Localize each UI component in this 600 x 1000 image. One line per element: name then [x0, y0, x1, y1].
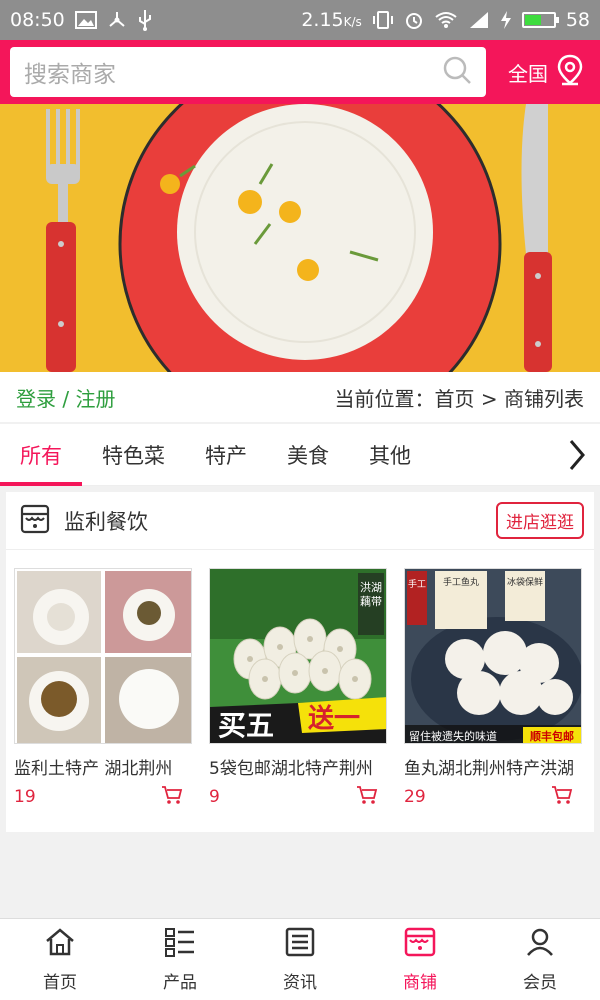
list-icon [164, 927, 196, 962]
tab-food[interactable]: 美食 [267, 424, 349, 486]
product-badge: 顺丰包邮 [530, 729, 574, 743]
home-icon [44, 927, 76, 962]
promo-text: 买五 [218, 709, 274, 742]
wifi-icon [434, 11, 458, 29]
product-card[interactable]: 监利土特产 湖北荆州 19 [14, 568, 195, 809]
network-speed: 2.15 [301, 9, 344, 31]
nav-products-label: 产品 [163, 972, 197, 993]
search-input[interactable]: 搜索商家 [24, 55, 442, 89]
cart-icon[interactable] [356, 785, 378, 809]
usb-icon [137, 9, 153, 31]
nav-home-label: 首页 [43, 972, 77, 993]
signal-icon [468, 11, 490, 29]
alarm-icon [404, 10, 424, 30]
breadcrumb: 当前位置：首页 > 商铺列表 [334, 386, 584, 411]
vibrate-icon [372, 10, 394, 30]
nav-shops[interactable]: 商铺 [360, 919, 480, 1000]
login-register-link[interactable]: 登录 / 注册 [16, 383, 115, 412]
product-image[interactable]: 洪湖 藕带 买五 送一 [209, 568, 387, 744]
product-image[interactable]: 手工 手工鱼丸 冰袋保鲜 留住被遗失的味道 顺丰包邮 [404, 568, 582, 744]
product-price: 9 [209, 787, 220, 807]
status-bar: 08:50 2.15K/s 58 [0, 0, 600, 40]
shop-icon [404, 927, 436, 962]
login-row: 登录 / 注册 当前位置：首页 > 商铺列表 [0, 372, 600, 422]
cart-icon[interactable] [161, 785, 183, 809]
nav-shops-label: 商铺 [403, 972, 437, 993]
status-time: 08:50 [10, 9, 65, 31]
charging-icon [500, 10, 512, 30]
tab-specialty-dishes[interactable]: 特色菜 [82, 424, 185, 486]
product-image[interactable] [14, 568, 192, 744]
news-icon [285, 927, 315, 962]
nav-news[interactable]: 资讯 [240, 919, 360, 1000]
shop-name[interactable]: 监利餐饮 [64, 506, 148, 536]
nav-home[interactable]: 首页 [0, 919, 120, 1000]
product-bottom-text: 留住被遗失的味道 [409, 729, 497, 743]
header: 搜索商家 全国 [0, 40, 600, 104]
network-speed-unit: K/s [343, 15, 362, 29]
region-selector[interactable]: 全国 [508, 54, 590, 91]
user-icon [525, 927, 555, 962]
cart-icon[interactable] [551, 785, 573, 809]
product-side-tag: 洪湖 [360, 580, 382, 594]
shop-header: 监利餐饮 进店逛逛 [6, 492, 594, 550]
banner-image[interactable] [0, 104, 600, 372]
shop-card: 监利餐饮 进店逛逛 监利土特产 湖北荆州 19 洪湖 藕带 买五 送一 5袋包邮… [6, 492, 594, 832]
chevron-right-icon[interactable] [554, 424, 600, 486]
svg-text:送一: 送一 [308, 704, 360, 734]
nav-member-label: 会员 [523, 972, 557, 993]
search-icon[interactable] [442, 55, 472, 89]
product-tag-left: 手工鱼丸 [443, 576, 479, 588]
tab-other[interactable]: 其他 [349, 424, 431, 486]
location-pin-icon [556, 54, 584, 91]
image-icon [74, 11, 97, 29]
product-title[interactable]: 监利土特产 湖北荆州 [14, 754, 186, 779]
product-list: 监利土特产 湖北荆州 19 洪湖 藕带 买五 送一 5袋包邮湖北特产荆州 9 手… [6, 550, 594, 809]
share-icon [107, 10, 127, 30]
search-bar[interactable]: 搜索商家 [10, 47, 486, 97]
product-price: 19 [14, 787, 36, 807]
store-icon [20, 504, 50, 538]
product-title[interactable]: 5袋包邮湖北特产荆州 [209, 754, 381, 779]
battery-icon [521, 12, 559, 28]
tab-all[interactable]: 所有 [0, 424, 82, 486]
svg-text:手工: 手工 [408, 578, 426, 590]
battery-level: 58 [565, 9, 590, 31]
region-label: 全国 [508, 61, 548, 86]
product-tag-right: 冰袋保鲜 [507, 576, 543, 588]
product-price: 29 [404, 787, 426, 807]
bottom-nav: 首页 产品 资讯 商铺 会员 [0, 918, 600, 1000]
product-card[interactable]: 手工 手工鱼丸 冰袋保鲜 留住被遗失的味道 顺丰包邮 鱼丸湖北荆州特产洪湖 29 [404, 568, 585, 809]
nav-member[interactable]: 会员 [480, 919, 600, 1000]
tab-local-products[interactable]: 特产 [185, 424, 267, 486]
nav-news-label: 资讯 [283, 972, 317, 993]
product-title[interactable]: 鱼丸湖北荆州特产洪湖 [404, 754, 576, 779]
nav-products[interactable]: 产品 [120, 919, 240, 1000]
category-tabs: 所有 特色菜 特产 美食 其他 [0, 424, 600, 486]
product-card[interactable]: 洪湖 藕带 买五 送一 5袋包邮湖北特产荆州 9 [209, 568, 390, 809]
svg-text:藕带: 藕带 [360, 595, 382, 608]
enter-shop-button[interactable]: 进店逛逛 [496, 502, 584, 539]
